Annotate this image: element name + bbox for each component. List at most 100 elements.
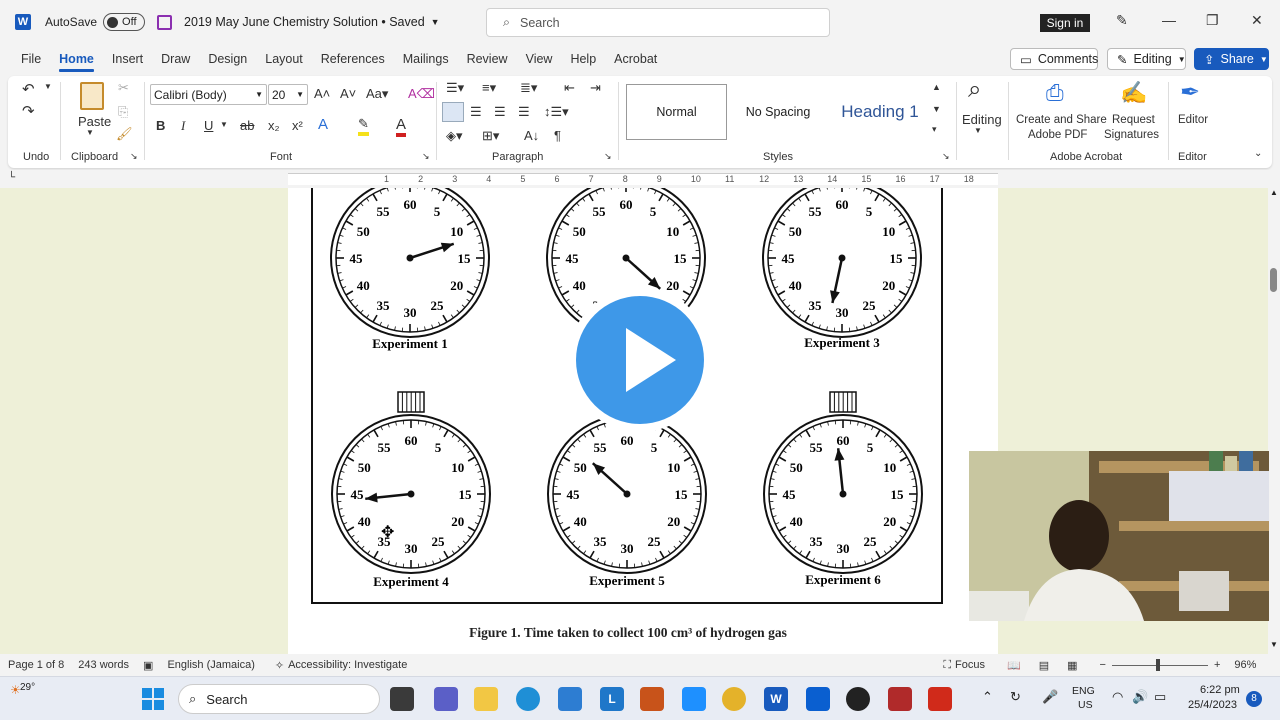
increase-indent-icon[interactable]: ⇥ xyxy=(590,80,601,96)
font-color-icon[interactable]: A xyxy=(396,116,407,137)
zoom-slider[interactable] xyxy=(1111,658,1208,671)
chevron-up-icon[interactable]: ⌃ xyxy=(982,689,993,705)
underline-icon[interactable]: U xyxy=(204,118,213,133)
undo-icon[interactable]: ↶ xyxy=(22,80,35,98)
align-left-icon[interactable] xyxy=(442,102,464,122)
menu-home[interactable]: Home xyxy=(50,44,103,74)
microphone-icon[interactable]: 🎤 xyxy=(1042,689,1058,705)
menu-acrobat[interactable]: Acrobat xyxy=(605,44,666,74)
styles-more-icon[interactable]: ▾ xyxy=(932,124,937,135)
taskbar-search[interactable]: ⌕ Search xyxy=(178,684,380,714)
scroll-down-icon[interactable]: ▼ xyxy=(1270,640,1278,649)
chevron-down-icon[interactable]: ▼ xyxy=(431,17,440,27)
editing-group-button[interactable]: Editing xyxy=(962,112,1002,127)
format-painter-icon[interactable]: 🖌 xyxy=(116,126,133,142)
create-share-line2[interactable]: Adobe PDF xyxy=(1028,129,1087,141)
zoom-thumb[interactable] xyxy=(1155,658,1160,671)
pen-icon[interactable]: ✎ xyxy=(1116,12,1128,29)
show-formatting-icon[interactable]: ¶ xyxy=(554,128,561,143)
store-icon[interactable] xyxy=(558,687,582,711)
task-view-icon[interactable] xyxy=(390,687,414,711)
highlight-icon[interactable]: ✎ xyxy=(358,116,369,136)
minimize-icon[interactable]: — xyxy=(1162,12,1176,28)
language-line1[interactable]: ENG xyxy=(1072,685,1095,697)
redo-icon[interactable]: ↷ xyxy=(22,102,35,120)
menu-draw[interactable]: Draw xyxy=(152,44,199,74)
vertical-scrollbar[interactable]: ▲ ▼ xyxy=(1268,188,1280,654)
edge-icon[interactable] xyxy=(516,687,540,711)
grow-font-icon[interactable]: A˄ xyxy=(314,86,330,101)
file-explorer-icon[interactable] xyxy=(474,687,498,711)
app-icon[interactable] xyxy=(682,687,706,711)
save-icon[interactable] xyxy=(157,14,173,30)
tab-selector-icon[interactable]: └ xyxy=(8,172,15,183)
menu-file[interactable]: File xyxy=(12,44,50,74)
video-play-button[interactable] xyxy=(568,288,712,432)
comments-button[interactable]: ▭ Comments xyxy=(1010,48,1098,70)
paste-icon[interactable] xyxy=(80,82,104,110)
chevron-down-icon[interactable]: ▼ xyxy=(44,82,52,91)
italic-icon[interactable]: I xyxy=(181,118,185,134)
volume-icon[interactable]: 🔊 xyxy=(1132,689,1148,705)
proofing-icon[interactable]: ▣ xyxy=(143,659,153,672)
request-line1[interactable]: Request xyxy=(1112,114,1155,126)
change-case-icon[interactable]: Aa▾ xyxy=(366,86,388,102)
chevron-down-icon[interactable]: ▼ xyxy=(220,120,228,129)
menu-insert[interactable]: Insert xyxy=(103,44,152,74)
language-status[interactable]: English (Jamaica) xyxy=(167,659,254,671)
clear-formatting-icon[interactable]: A⌫ xyxy=(408,86,435,102)
find-icon[interactable]: ⌕ xyxy=(968,76,981,104)
language-line2[interactable]: US xyxy=(1078,699,1093,711)
font-size-select[interactable]: 20 ▼ xyxy=(268,84,308,105)
acrobat-icon[interactable] xyxy=(928,687,952,711)
editor-button-label[interactable]: Editor xyxy=(1178,114,1208,126)
shading-icon[interactable]: ◈▾ xyxy=(446,128,463,144)
web-layout-icon[interactable]: ▦ xyxy=(1067,659,1077,672)
multilevel-list-icon[interactable]: ≣▾ xyxy=(520,80,537,96)
scroll-thumb[interactable] xyxy=(1270,268,1277,292)
word-taskbar-icon[interactable]: W xyxy=(764,687,788,711)
print-layout-icon[interactable]: ▤ xyxy=(1039,659,1049,672)
ruler-track[interactable]: 1 2 3 4 5 6 7 8 9 10 11 12 13 14 15 16 17 18 xyxy=(288,173,998,185)
close-icon[interactable]: ✕ xyxy=(1251,12,1263,29)
collapse-ribbon-icon[interactable]: ⌄ xyxy=(1254,148,1262,159)
menu-review[interactable]: Review xyxy=(458,44,517,74)
paste-label[interactable]: Paste xyxy=(78,114,111,129)
menu-mailings[interactable]: Mailings xyxy=(394,44,458,74)
chevron-down-icon[interactable]: ▼ xyxy=(974,126,982,135)
copy-icon[interactable]: ⎘ xyxy=(118,104,128,120)
shield-app-icon[interactable] xyxy=(640,687,664,711)
sign-in-button[interactable]: Sign in xyxy=(1040,14,1090,32)
maximize-icon[interactable]: ❐ xyxy=(1206,12,1219,29)
style-heading-1[interactable]: Heading 1 xyxy=(830,84,930,140)
menu-layout[interactable]: Layout xyxy=(256,44,312,74)
read-mode-icon[interactable]: 📖 xyxy=(1007,659,1021,672)
media-player-icon[interactable] xyxy=(846,687,870,711)
justify-icon[interactable]: ☰ xyxy=(518,104,530,120)
word-count[interactable]: 243 words xyxy=(78,659,129,671)
text-effects-icon[interactable]: A xyxy=(318,116,328,133)
font-name-select[interactable]: Calibri (Body) ▼ xyxy=(150,84,267,105)
align-center-icon[interactable]: ☰ xyxy=(470,104,482,120)
decrease-indent-icon[interactable]: ⇤ xyxy=(564,80,575,96)
cut-icon[interactable]: ✂ xyxy=(118,80,129,96)
document-title[interactable]: 2019 May June Chemistry Solution • Saved xyxy=(184,15,425,29)
dialog-launcher-icon[interactable]: ↘ xyxy=(604,151,612,162)
chrome-icon[interactable] xyxy=(722,687,746,711)
zoom-out-icon[interactable]: − xyxy=(1100,659,1106,671)
clock-date[interactable]: 25/4/2023 xyxy=(1188,699,1237,711)
app-red-icon[interactable] xyxy=(888,687,912,711)
autosave-toggle[interactable]: Off xyxy=(103,13,146,31)
menu-view[interactable]: View xyxy=(517,44,562,74)
weather-temp[interactable]: 29° xyxy=(20,682,35,693)
request-signatures-icon[interactable]: ✍ xyxy=(1120,80,1147,106)
share-button[interactable]: ⇪ Share ▼ xyxy=(1194,48,1269,70)
chevron-down-icon[interactable]: ▼ xyxy=(86,128,94,137)
align-right-icon[interactable]: ☰ xyxy=(494,104,506,120)
shrink-font-icon[interactable]: A˅ xyxy=(340,86,356,101)
scroll-up-icon[interactable]: ▲ xyxy=(1270,188,1278,197)
editor-icon[interactable]: ✒ xyxy=(1180,78,1200,107)
style-no-spacing[interactable]: No Spacing xyxy=(728,84,828,140)
numbering-icon[interactable]: ≡▾ xyxy=(482,80,496,96)
sync-icon[interactable]: ↻ xyxy=(1010,689,1021,705)
